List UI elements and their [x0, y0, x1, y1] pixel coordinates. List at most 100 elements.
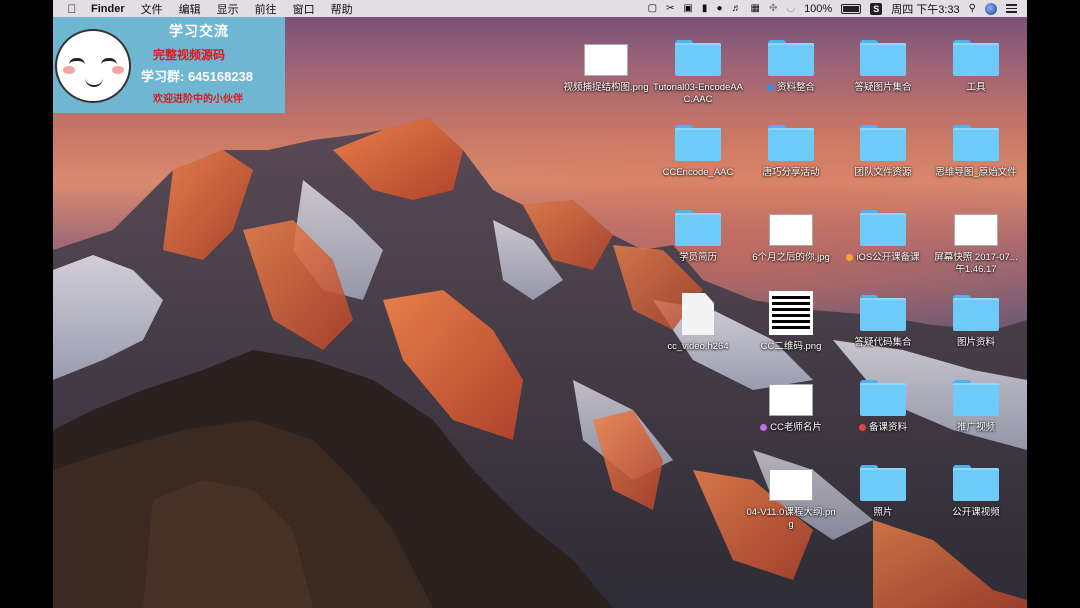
desktop-item-label: 答疑图片集合 [838, 82, 928, 94]
desktop-item[interactable]: 答疑图片集合 [838, 28, 928, 94]
desktop-item[interactable]: cc_video.h264 [653, 283, 743, 353]
desktop-item-label: CC老师名片 [746, 422, 836, 434]
desktop-item[interactable]: CC二维码.png [746, 283, 836, 353]
desktop-item-label: 图片资料 [931, 337, 1021, 349]
desktop-item[interactable]: 答疑代码集合 [838, 283, 928, 349]
desktop-item-text: 图片资料 [956, 337, 995, 348]
menu-app-name[interactable]: Finder [91, 3, 125, 15]
clock[interactable]: 周四 下午3:33 [891, 1, 959, 17]
screen-record-icon[interactable]: ▣ [683, 3, 692, 14]
desktop-item[interactable]: 工具 [931, 28, 1021, 94]
menu-go[interactable]: 前往 [255, 1, 277, 17]
desktop-item-text: 照片 [873, 507, 893, 518]
desktop-item[interactable]: 团队文件资源 [838, 113, 928, 179]
siri-icon[interactable] [985, 2, 997, 15]
desktop-item[interactable]: 推广视频 [931, 368, 1021, 434]
desktop-item[interactable]: 备课资料 [838, 368, 928, 434]
grid-icon[interactable]: ▦ [750, 3, 759, 14]
desktop-item-label: 04-V11.0课程大纲.png [746, 507, 836, 531]
scissors-icon[interactable]: ✂ [666, 3, 674, 14]
desktop-item[interactable]: 唐巧分享活动 [746, 113, 836, 179]
desktop-item-label: 资料整合 [746, 82, 836, 94]
desktop-item[interactable]: 资料整合 [746, 28, 836, 94]
desktop-item[interactable]: 屏幕快照 2017-07...午1.46.17 [931, 198, 1021, 276]
desktop-item-text: CC老师名片 [770, 422, 822, 433]
desktop-item-text: 答疑代码集合 [854, 337, 912, 348]
desktop-item-label: 团队文件资源 [838, 167, 928, 179]
image-thumbnail-icon [769, 469, 813, 501]
folder-icon [953, 40, 999, 76]
banner-title: 学习交流 [169, 23, 229, 39]
desktop[interactable]:  Finder 文件 编辑 显示 前往 窗口 帮助 ▢ ✂ ▣ ▮ ● ♬ ▦… [53, 0, 1027, 608]
desktop-item-text: 公开课视频 [952, 507, 1000, 518]
desktop-item[interactable]: iOS公开课备课 [838, 198, 928, 264]
wifi-icon[interactable]: ◡ [786, 3, 795, 14]
desktop-item-label: 公开课视频 [931, 507, 1021, 519]
desktop-item-label: Tutorial03-EncodeAAC.AAC [653, 82, 743, 106]
desktop-item-label: CCEncode_AAC [653, 167, 743, 179]
desktop-item-label: 工具 [931, 82, 1021, 94]
volume-icon[interactable]: ♬ [731, 3, 741, 14]
menu-window[interactable]: 窗口 [293, 1, 315, 17]
desktop-item-label: 6个月之后的你.jpg [746, 252, 836, 264]
image-thumbnail-icon [954, 214, 998, 246]
desktop-item[interactable]: 思维导图_原始文件 [931, 113, 1021, 179]
notification-center-icon[interactable] [1006, 4, 1017, 13]
stats-icon[interactable]: ▮ [702, 3, 708, 14]
document-icon [682, 293, 714, 335]
folder-icon [860, 295, 906, 331]
desktop-item-text: cc_video.h264 [667, 341, 729, 352]
desktop-item-text: 备课资料 [868, 422, 907, 433]
desktop-item-label: 屏幕快照 2017-07...午1.46.17 [931, 252, 1021, 276]
camera-icon[interactable]: ▢ [648, 3, 657, 14]
desktop-item[interactable]: CC老师名片 [746, 368, 836, 434]
desktop-item-label: cc_video.h264 [653, 341, 743, 353]
desktop-item-label: iOS公开课备课 [838, 252, 928, 264]
menu-help[interactable]: 帮助 [331, 1, 353, 17]
desktop-item-text: 资料整合 [776, 82, 815, 93]
desktop-item-label: 视频捕捉结构图.png [561, 82, 651, 94]
desktop-item[interactable]: 04-V11.0课程大纲.png [746, 453, 836, 531]
folder-icon [675, 210, 721, 246]
folder-icon [860, 40, 906, 76]
battery-percent[interactable]: 100% [804, 3, 832, 15]
spotlight-search-icon[interactable]: ⚲ [969, 3, 976, 14]
desktop-item-text: CC二维码.png [760, 341, 822, 352]
desktop-item[interactable]: 照片 [838, 453, 928, 519]
menu-file[interactable]: 文件 [141, 1, 163, 17]
desktop-item-label: 推广视频 [931, 422, 1021, 434]
menu-edit[interactable]: 编辑 [179, 1, 201, 17]
desktop-item-label: 备课资料 [838, 422, 928, 434]
folder-icon [768, 125, 814, 161]
banner-line-2: 学习群: 645168238 [141, 69, 254, 84]
desktop-item[interactable]: 6个月之后的你.jpg [746, 198, 836, 264]
image-thumbnail-icon [584, 44, 628, 76]
desktop-item-text: 推广视频 [956, 422, 995, 433]
folder-icon [953, 295, 999, 331]
color-tag-icon [766, 83, 774, 91]
desktop-item-text: 6个月之后的你.jpg [752, 252, 830, 263]
battery-icon[interactable] [841, 3, 862, 14]
desktop-item[interactable]: 视频捕捉结构图.png [561, 28, 651, 94]
desktop-item[interactable]: CCEncode_AAC [653, 113, 743, 179]
menu-view[interactable]: 显示 [217, 1, 239, 17]
desktop-item[interactable]: 公开课视频 [931, 453, 1021, 519]
desktop-item[interactable]: 图片资料 [931, 283, 1021, 349]
banner-line-3: 欢迎进阶中的小伙伴 [153, 94, 243, 105]
desktop-item-label: 照片 [838, 507, 928, 519]
folder-icon [860, 210, 906, 246]
folder-icon [675, 125, 721, 161]
desktop-item[interactable]: Tutorial03-EncodeAAC.AAC [653, 28, 743, 106]
s-app-icon[interactable]: S [870, 2, 883, 15]
desktop-item-text: 思维导图_原始文件 [935, 167, 1017, 178]
folder-icon [860, 125, 906, 161]
desktop-item-text: 团队文件资源 [854, 167, 912, 178]
desktop-item[interactable]: 学员简历 [653, 198, 743, 264]
desktop-item-label: 答疑代码集合 [838, 337, 928, 349]
image-thumbnail-icon [769, 384, 813, 416]
apple-menu-icon[interactable]:  [65, 2, 79, 16]
bluetooth-icon[interactable]: ✤ [769, 3, 777, 14]
folder-icon [860, 380, 906, 416]
microphone-icon[interactable]: ● [716, 3, 722, 14]
desktop-item-text: iOS公开课备课 [856, 252, 920, 263]
